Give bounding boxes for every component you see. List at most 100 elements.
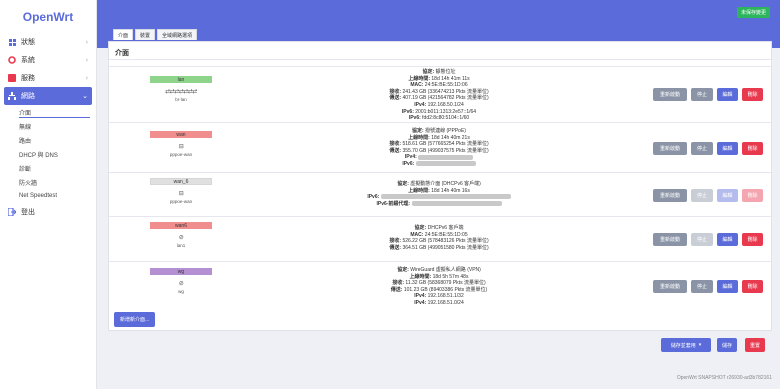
table-row: wan_6 ⊟ pppoe-wan 協定: 虛擬動態介面 (DHCPv6 客戶端…	[109, 172, 771, 216]
tab-global-options[interactable]: 全域網路選項	[157, 29, 198, 40]
logout-menu: 登出	[0, 203, 96, 221]
redacted-value	[418, 154, 474, 160]
edit-button[interactable]: 編輯	[717, 88, 738, 101]
sidebar-item-label: 登出	[21, 209, 35, 216]
status-line: 協定: 虛擬動態介面 (DHCPv6 客戶端)	[397, 181, 481, 187]
delete-button[interactable]: 刪除	[742, 233, 763, 246]
tab-interfaces[interactable]: 介面	[113, 29, 134, 40]
delete-button[interactable]: 刪除	[742, 280, 763, 293]
caret-down-icon: ▾	[698, 342, 702, 348]
status-line: 協定: 靜態位址	[422, 69, 456, 75]
delete-button[interactable]: 刪除	[742, 88, 763, 101]
interface-device: pppoe-wan	[169, 152, 193, 157]
restart-button[interactable]: 重新啟動	[653, 88, 687, 101]
submenu-item-dhcp-dns[interactable]: DHCP 與 DNS	[0, 147, 96, 161]
chevron-right-icon: ›	[85, 38, 88, 46]
add-interface-button[interactable]: 新增新介面...	[114, 312, 156, 327]
stop-button[interactable]: 停止	[691, 88, 713, 101]
interface-badge: wg ⊘ wg	[150, 268, 212, 294]
stop-button[interactable]: 停止	[691, 189, 713, 202]
network-icon	[8, 92, 16, 100]
interface-badge: lan ⇄⇄⇄⇄⇄⇄⇄ br-lan	[150, 76, 212, 102]
restart-button[interactable]: 重新啟動	[653, 280, 687, 293]
redacted-value	[415, 161, 476, 167]
logout-icon	[8, 208, 16, 216]
sidebar-item-network[interactable]: 網路 ⌄	[4, 87, 92, 105]
interface-device: lan1	[176, 243, 186, 248]
submenu-item-routing[interactable]: 路由	[0, 133, 96, 147]
interface-status: 協定: 靜態位址 上線時間: 18d 14h 41m 11s MAC: 24:5…	[259, 69, 619, 122]
submenu-item-interfaces[interactable]: 介面	[0, 105, 96, 119]
sidebar-item-services[interactable]: 服務 ›	[0, 69, 96, 87]
services-icon	[8, 74, 16, 82]
table-row: lan ⇄⇄⇄⇄⇄⇄⇄ br-lan 協定: 靜態位址 上線時間: 18d 14…	[109, 66, 771, 122]
tab-devices[interactable]: 裝置	[135, 29, 156, 40]
status-line: IPv6: 2001:b011:1313:2e57::1/64	[401, 108, 477, 115]
restart-button[interactable]: 重新啟動	[653, 189, 687, 202]
status-line: IPv6: fdd2:8c80:5104::1/60	[408, 115, 470, 122]
chevron-right-icon: ›	[85, 74, 88, 82]
status-line: 接收: 11.32 GB (58368079 Pkts 流量單位)	[392, 280, 486, 287]
save-button[interactable]: 儲存	[717, 338, 737, 352]
unsaved-changes-badge[interactable]: 未保存變更	[736, 7, 770, 18]
stop-button[interactable]: 停止	[691, 142, 713, 155]
restart-button[interactable]: 重新啟動	[653, 233, 687, 246]
sidebar-item-label: 狀態	[21, 39, 35, 46]
interface-badge: wan6 ⊘ lan1	[150, 222, 212, 248]
submenu-item-diagnostics[interactable]: 診斷	[0, 161, 96, 175]
status-line: IPv4: 192.168.51.1/32	[414, 293, 464, 300]
stop-button[interactable]: 停止	[691, 280, 713, 293]
submenu-item-firewall[interactable]: 防火牆	[0, 175, 96, 189]
ethernet-port-icon: ⊟	[178, 191, 184, 197]
redacted-value	[411, 200, 502, 206]
status-line: IPv4:	[259, 154, 619, 161]
status-line: 傳送: 355.70 GB (499037575 Pkts 流量單位)	[389, 147, 489, 154]
stop-button[interactable]: 停止	[691, 233, 713, 246]
sidebar-item-logout[interactable]: 登出	[0, 203, 96, 221]
dashboard-icon	[8, 38, 16, 46]
brand-logo[interactable]: OpenWrt	[0, 0, 96, 33]
save-apply-button[interactable]: 儲存並套用 ▾	[661, 338, 711, 352]
redacted-value	[380, 194, 511, 200]
row-actions: 重新啟動 停止 編輯 刪除	[653, 233, 763, 246]
status-line: 接收: 526.22 GB (578483126 Pkts 流量單位)	[389, 238, 489, 245]
status-line: 協定: DHCPv6 客戶端	[414, 225, 464, 231]
chevron-right-icon: ›	[85, 56, 88, 64]
tab-bar: 介面 裝置 全域網路選項	[113, 29, 198, 40]
status-line: IPv6-前綴代理:	[259, 201, 619, 208]
interfaces-panel: 介面 lan ⇄⇄⇄⇄⇄⇄⇄ br-lan 協定: 靜態位址 上線時間: 18d…	[108, 41, 772, 331]
sidebar-item-label: 服務	[21, 75, 35, 82]
interface-badge: wan_6 ⊟ pppoe-wan	[150, 178, 212, 204]
row-actions: 重新啟動 停止 編輯 刪除	[653, 142, 763, 155]
sidebar-item-label: 系統	[21, 57, 35, 64]
sidebar-item-system[interactable]: 系統 ›	[0, 51, 96, 69]
interface-device: pppoe-wan	[169, 199, 193, 204]
interface-status: 協定: 虛擬動態介面 (DHCPv6 客戶端) 上線時間: 18d 14h 40…	[259, 181, 619, 207]
section-title: 介面	[109, 42, 771, 60]
submenu-item-speedtest[interactable]: Net Speedtest	[0, 189, 96, 203]
delete-button[interactable]: 刪除	[742, 142, 763, 155]
edit-button[interactable]: 編輯	[717, 233, 738, 246]
status-line: 傳送: 101.23 GB (89403386 Pkts 流量單位)	[390, 286, 488, 293]
interface-name: wan6	[150, 222, 212, 229]
interface-name: wan	[150, 131, 212, 138]
sidebar-item-status[interactable]: 狀態 ›	[0, 33, 96, 51]
gear-icon	[8, 56, 16, 64]
status-line: IPv4: 192.168.51.0/24	[414, 299, 464, 306]
table-row: wan6 ⊘ lan1 協定: DHCPv6 客戶端 MAC: 24:5E:BE…	[109, 216, 771, 261]
reset-button[interactable]: 重置	[745, 338, 765, 352]
interface-name: wg	[150, 268, 212, 275]
status-line: 傳送: 407.19 GB (421564782 Pkts 流量單位)	[389, 95, 489, 102]
edit-button[interactable]: 編輯	[717, 280, 738, 293]
port-icons: ⇄⇄⇄⇄⇄⇄⇄	[165, 89, 197, 95]
table-row: wan ⊟ pppoe-wan 協定: 撥號連線 (PPPoE) 上線時間: 1…	[109, 122, 771, 172]
edit-button[interactable]: 編輯	[717, 142, 738, 155]
delete-button[interactable]: 刪除	[742, 189, 763, 202]
sidebar: OpenWrt 狀態 › 系統 › 服務 › 網路 ⌄ 介面 無線 路由 DHC…	[0, 0, 97, 389]
restart-button[interactable]: 重新啟動	[653, 142, 687, 155]
status-line: IPv6:	[259, 161, 619, 168]
status-line: IPv4: 192.168.50.1/24	[414, 101, 464, 108]
edit-button[interactable]: 編輯	[717, 189, 738, 202]
port-icon: ⊘	[178, 235, 184, 241]
submenu-item-wireless[interactable]: 無線	[0, 119, 96, 133]
